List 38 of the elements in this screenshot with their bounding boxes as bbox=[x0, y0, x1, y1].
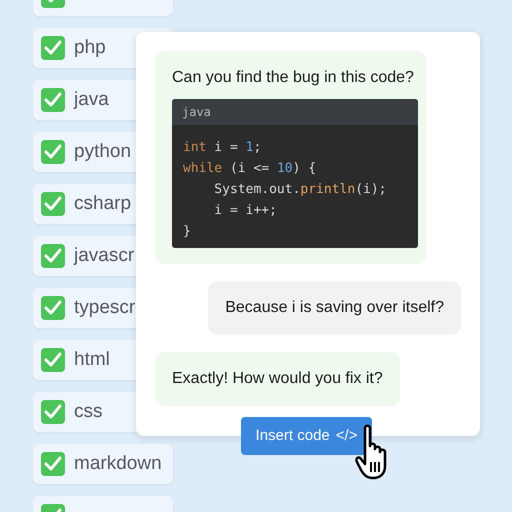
checkbox[interactable] bbox=[41, 140, 65, 164]
checkbox[interactable] bbox=[41, 296, 65, 320]
checkbox[interactable] bbox=[41, 400, 65, 424]
check-icon bbox=[44, 92, 62, 108]
checkbox[interactable] bbox=[41, 36, 65, 60]
check-icon bbox=[44, 196, 62, 212]
checkbox[interactable] bbox=[41, 348, 65, 372]
language-label: javascr bbox=[74, 244, 134, 268]
language-item[interactable]: markdown bbox=[33, 444, 173, 484]
check-icon bbox=[44, 404, 62, 420]
checkbox[interactable] bbox=[41, 88, 65, 112]
code-line: System.out.println(i); bbox=[213, 181, 387, 199]
language-label: markdown bbox=[74, 452, 162, 476]
language-label: java bbox=[74, 88, 109, 112]
language-label: csharp bbox=[74, 192, 132, 216]
check-icon bbox=[44, 352, 62, 368]
language-label: html bbox=[74, 348, 110, 372]
check-icon bbox=[44, 144, 62, 160]
check-icon bbox=[44, 456, 62, 472]
language-label: css bbox=[74, 400, 102, 424]
check-icon bbox=[44, 300, 62, 316]
code-line: int i = 1; bbox=[183, 139, 262, 157]
code-line: } bbox=[183, 223, 191, 241]
language-label: php bbox=[74, 36, 106, 60]
message-text: Can you find the bug in this code? bbox=[172, 68, 414, 88]
code-language-label: java bbox=[182, 104, 211, 121]
language-label: python bbox=[74, 140, 132, 164]
insert-code-button[interactable]: Insert code </> bbox=[241, 417, 372, 455]
check-icon bbox=[44, 40, 62, 56]
code-line: i = i++; bbox=[213, 202, 277, 220]
check-icon bbox=[44, 248, 62, 264]
code-line: while (i <= 10) { bbox=[183, 160, 316, 178]
message-text: Because i is saving over itself? bbox=[225, 298, 444, 318]
language-label: typescr bbox=[74, 296, 136, 320]
checkbox[interactable] bbox=[41, 452, 65, 476]
checkbox[interactable] bbox=[41, 192, 65, 216]
checkbox[interactable] bbox=[41, 244, 65, 268]
message-text: Exactly! How would you fix it? bbox=[172, 369, 383, 389]
